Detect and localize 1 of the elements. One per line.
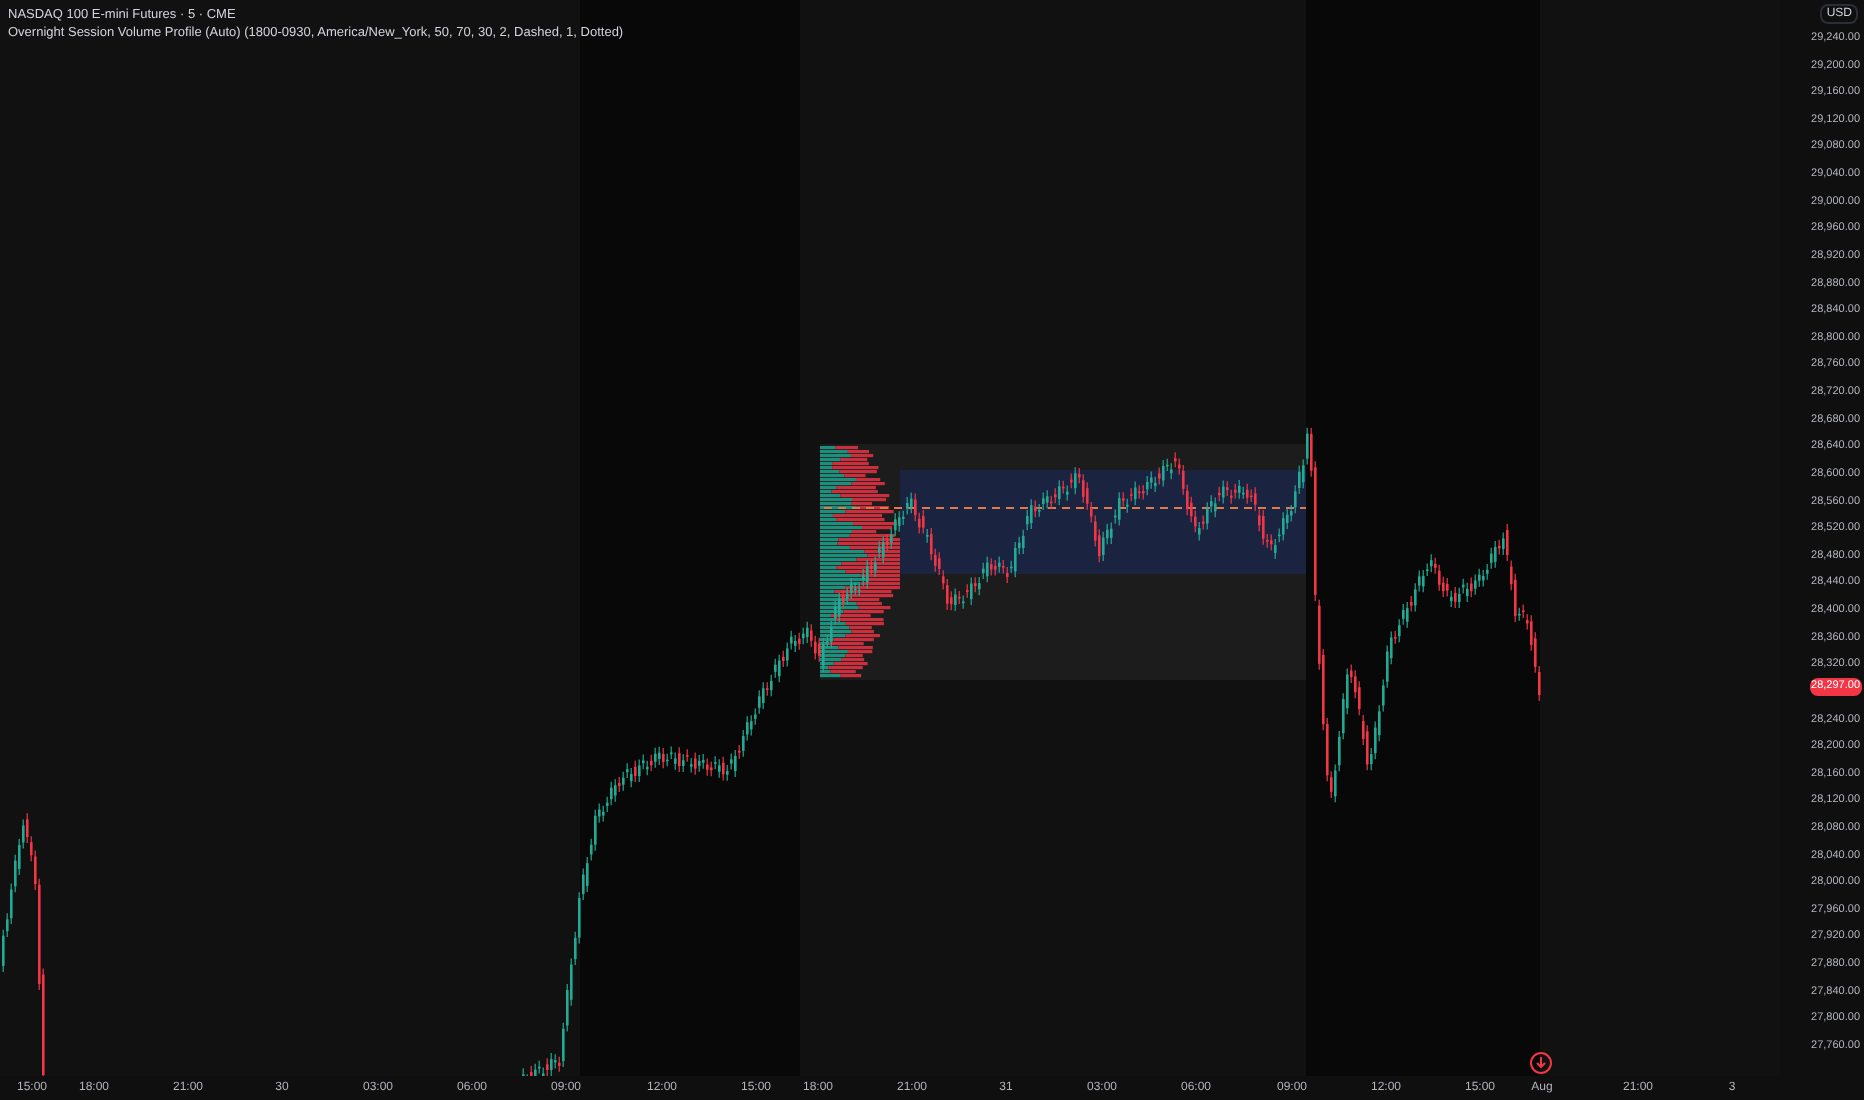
- download-icon[interactable]: [1530, 1052, 1552, 1074]
